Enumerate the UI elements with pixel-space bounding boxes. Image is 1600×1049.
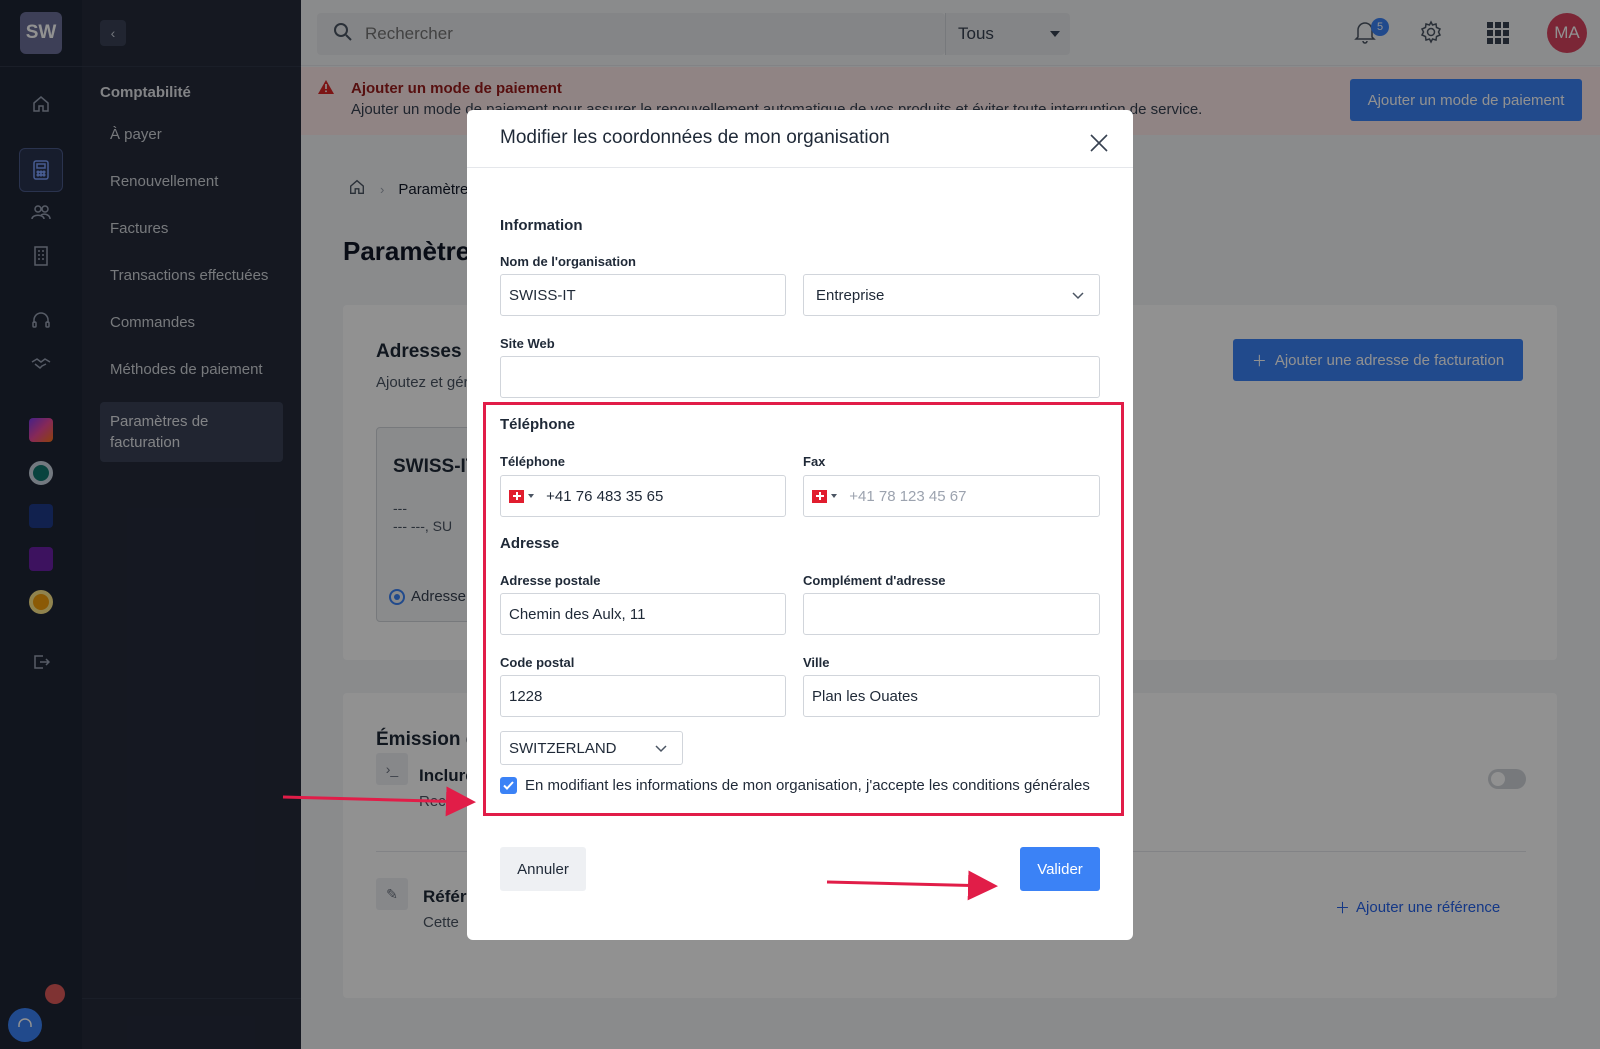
caret-down-icon [528, 494, 535, 498]
zip-input[interactable] [509, 687, 785, 705]
chevron-down-icon [1071, 288, 1085, 306]
modal-title: Modifier les coordonnées de mon organisa… [500, 127, 890, 148]
country-value: SWITZERLAND [509, 739, 617, 757]
complement-field[interactable] [803, 593, 1100, 635]
phone-section-title: Téléphone [500, 416, 576, 433]
fax-input[interactable] [849, 487, 1099, 505]
edit-organization-modal: Modifier les coordonnées de mon organisa… [467, 110, 1133, 940]
swiss-flag-icon[interactable] [509, 489, 525, 503]
city-label: Ville [803, 655, 830, 670]
website-label: Site Web [500, 336, 555, 351]
city-field[interactable] [803, 675, 1100, 717]
zip-label: Code postal [500, 655, 575, 670]
terms-label: En modifiant les informations de mon org… [525, 777, 1090, 794]
submit-button[interactable]: Valider [1020, 847, 1100, 891]
org-name-input[interactable] [509, 286, 785, 304]
information-section-title: Information [500, 217, 583, 234]
fax-field[interactable] [803, 475, 1100, 517]
website-input[interactable] [509, 368, 1099, 386]
org-type-select[interactable]: Entreprise [803, 274, 1100, 316]
phone-label: Téléphone [500, 454, 566, 469]
modal-header: Modifier les coordonnées de mon organisa… [467, 110, 1133, 168]
street-label: Adresse postale [500, 573, 601, 588]
website-field[interactable] [500, 356, 1100, 398]
street-input[interactable] [509, 605, 785, 623]
address-section-title: Adresse [500, 535, 560, 552]
phone-input[interactable] [546, 487, 785, 505]
zip-field[interactable] [500, 675, 786, 717]
country-select[interactable]: SWITZERLAND [500, 731, 683, 765]
fax-label: Fax [803, 454, 826, 469]
complement-label: Complément d'adresse [803, 573, 946, 588]
caret-down-icon [831, 494, 838, 498]
phone-field[interactable] [500, 475, 786, 517]
swiss-flag-icon[interactable] [812, 489, 828, 503]
org-name-field[interactable] [500, 274, 786, 316]
terms-checkbox-row[interactable]: En modifiant les informations de mon org… [500, 777, 1090, 794]
terms-checkbox[interactable] [500, 777, 517, 794]
city-input[interactable] [812, 687, 1099, 705]
close-icon[interactable] [1089, 133, 1111, 155]
cancel-button[interactable]: Annuler [500, 847, 586, 891]
org-type-value: Entreprise [816, 286, 885, 304]
street-field[interactable] [500, 593, 786, 635]
complement-input[interactable] [812, 605, 1099, 623]
chevron-down-icon [654, 741, 668, 759]
org-name-label: Nom de l'organisation [500, 254, 636, 269]
